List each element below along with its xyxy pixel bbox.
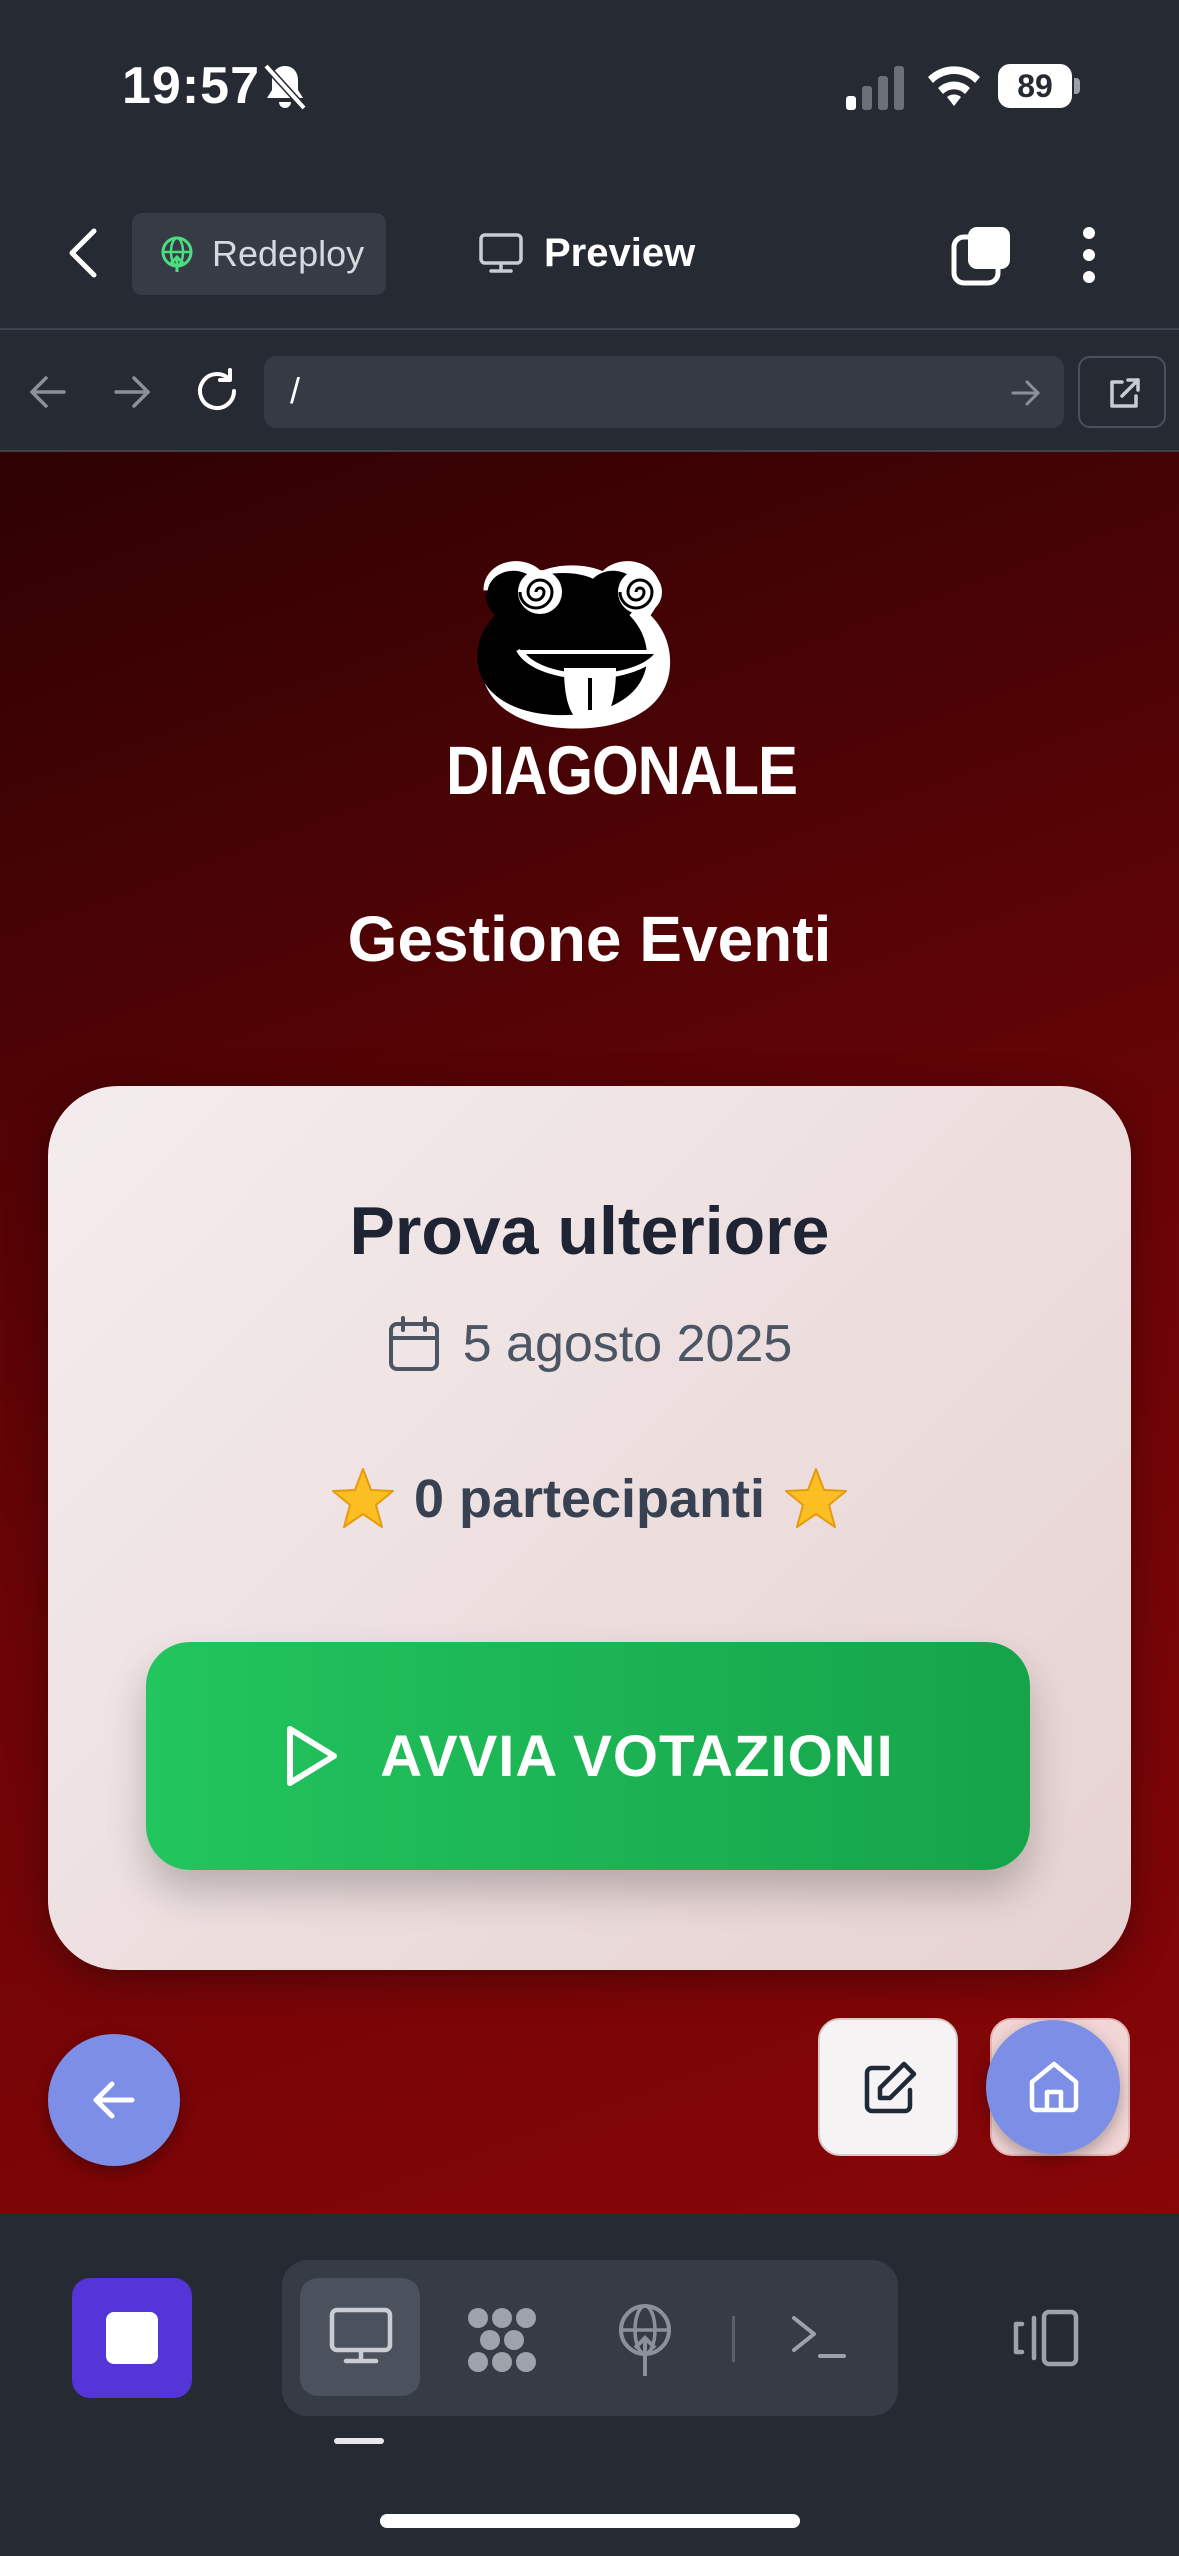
tool-switcher <box>282 2260 898 2416</box>
back-chevron-icon[interactable] <box>62 227 106 279</box>
terminal-icon[interactable] <box>788 2310 848 2364</box>
event-date: 5 agosto 2025 <box>462 1315 793 1373</box>
active-tab-indicator <box>334 2438 384 2444</box>
external-link-icon <box>1110 378 1140 408</box>
edit-button[interactable] <box>818 2018 958 2156</box>
redeploy-icon <box>161 236 193 272</box>
home-fab-button[interactable] <box>986 2020 1120 2154</box>
redeploy-button[interactable]: Redeploy <box>132 213 386 295</box>
home-icon <box>1029 2061 1079 2113</box>
event-name: Prova ulteriore <box>349 1193 830 1269</box>
nav-forward-icon[interactable] <box>110 370 154 414</box>
nav-back-icon[interactable] <box>26 370 70 414</box>
reload-icon[interactable] <box>192 366 242 416</box>
redeploy-label: Redeploy <box>212 233 365 274</box>
globe-icon[interactable] <box>614 2302 676 2378</box>
page-title: Gestione Eventi <box>347 903 832 975</box>
star-icon <box>331 1468 394 1528</box>
more-icon[interactable] <box>1076 225 1102 285</box>
status-time: 19:57 <box>122 57 260 115</box>
tabs-icon[interactable] <box>950 225 1012 287</box>
device-icon[interactable] <box>1010 2308 1082 2368</box>
home-indicator <box>380 2514 800 2528</box>
wifi-icon <box>928 66 980 106</box>
bottom-toolbar <box>0 2214 1179 2556</box>
url-text: / <box>290 370 301 411</box>
arrow-left-icon <box>93 2081 135 2119</box>
bell-slash-icon <box>263 63 307 111</box>
calendar-icon <box>388 1316 439 1371</box>
toolbar-divider <box>732 2316 735 2362</box>
monitor-icon <box>329 2307 393 2364</box>
edit-icon <box>864 2061 917 2114</box>
back-fab-button[interactable] <box>48 2034 180 2166</box>
signal-icon <box>846 66 904 110</box>
frog-logo-icon <box>477 561 671 729</box>
monitor-icon <box>479 233 523 273</box>
preview-tab[interactable]: Preview <box>478 223 695 283</box>
stop-icon <box>106 2312 158 2364</box>
diagonale-logo: DIAGONALE <box>446 550 798 809</box>
battery-level: 89 <box>998 64 1072 108</box>
status-bar: 19:57 89 <box>0 0 1179 175</box>
battery-indicator: 89 <box>998 64 1080 108</box>
browser-bar: / <box>0 332 1179 452</box>
event-card: Prova ulteriore 5 agosto 2025 0 partecip… <box>48 1086 1131 1970</box>
star-icon <box>785 1468 848 1528</box>
participants-row: 0 partecipanti <box>48 1466 1131 1532</box>
nodes-icon[interactable] <box>464 2304 540 2376</box>
event-date-row: 5 agosto 2025 <box>48 1314 1131 1374</box>
logo-text: DIAGONALE <box>446 731 798 810</box>
start-voting-label: AVVIA VOTAZIONI <box>380 1723 894 1789</box>
participants-count: 0 partecipanti <box>413 1469 766 1529</box>
url-input[interactable]: / <box>264 356 1064 428</box>
play-icon <box>287 1726 338 1786</box>
start-voting-button[interactable]: AVVIA VOTAZIONI <box>146 1642 1030 1870</box>
app-header: Redeploy Preview <box>0 175 1179 330</box>
go-arrow-icon[interactable] <box>1010 378 1042 408</box>
page-content: DIAGONALE Gestione Eventi Prova ulterior… <box>0 452 1179 2214</box>
preview-label: Preview <box>544 230 696 275</box>
open-external-button[interactable] <box>1078 356 1166 428</box>
stop-button[interactable] <box>72 2278 192 2398</box>
